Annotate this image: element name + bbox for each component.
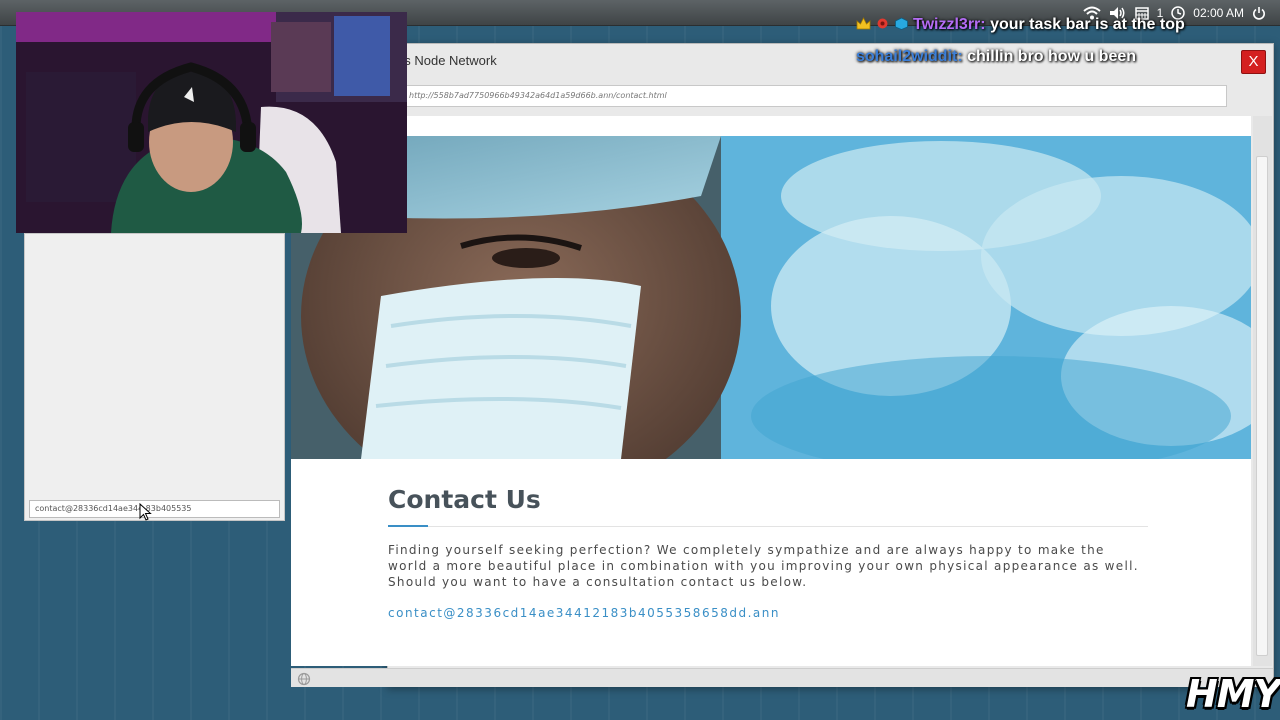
chat-username: Twizzl3rr: (913, 16, 986, 33)
sub-badge-icon (875, 17, 890, 30)
close-button[interactable]: X (1241, 50, 1266, 74)
crown-badge-icon (856, 17, 871, 30)
power-icon[interactable] (1252, 6, 1266, 20)
chat-text: your task bar is at the top (990, 16, 1185, 33)
page-title: Contact Us (388, 485, 541, 514)
clock-time[interactable]: 02:00 AM (1193, 6, 1244, 20)
status-bar (291, 668, 1273, 687)
cube-badge-icon (894, 17, 909, 30)
heading-divider (388, 525, 1148, 527)
email-field[interactable]: contact@28336cd14ae344 83b405535 (29, 500, 280, 518)
mouse-cursor-icon (139, 502, 153, 525)
chat-message: Twizzl3rr: your task bar is at the top (856, 16, 1185, 34)
channel-watermark: HMY (1186, 672, 1280, 716)
window-title: us Node Network (397, 53, 497, 68)
contact-description: Finding yourself seeking perfection? We … (388, 543, 1139, 589)
chat-message: sohail2widdit: chillin bro how u been (856, 48, 1136, 66)
chat-text: chillin bro how u been (967, 48, 1137, 65)
contact-email-link[interactable]: contact@28336cd14ae34412183b4055358658dd… (388, 606, 1148, 620)
scrollbar-thumb[interactable] (1256, 156, 1268, 656)
webcam-overlay (16, 12, 407, 233)
globe-icon (297, 671, 311, 690)
side-panel: contact@28336cd14ae344 83b405535 (24, 233, 285, 521)
contact-section: Contact Us Finding yourself seeking perf… (388, 484, 1148, 620)
page-scrollbar[interactable] (1253, 116, 1272, 666)
page-viewport: Contact Us Finding yourself seeking perf… (291, 116, 1251, 666)
chat-username: sohail2widdit: (856, 48, 963, 65)
address-bar[interactable]: http://558b7ad7750966b49342a64d1a59d66b.… (400, 85, 1227, 107)
hero-image (291, 136, 1251, 459)
